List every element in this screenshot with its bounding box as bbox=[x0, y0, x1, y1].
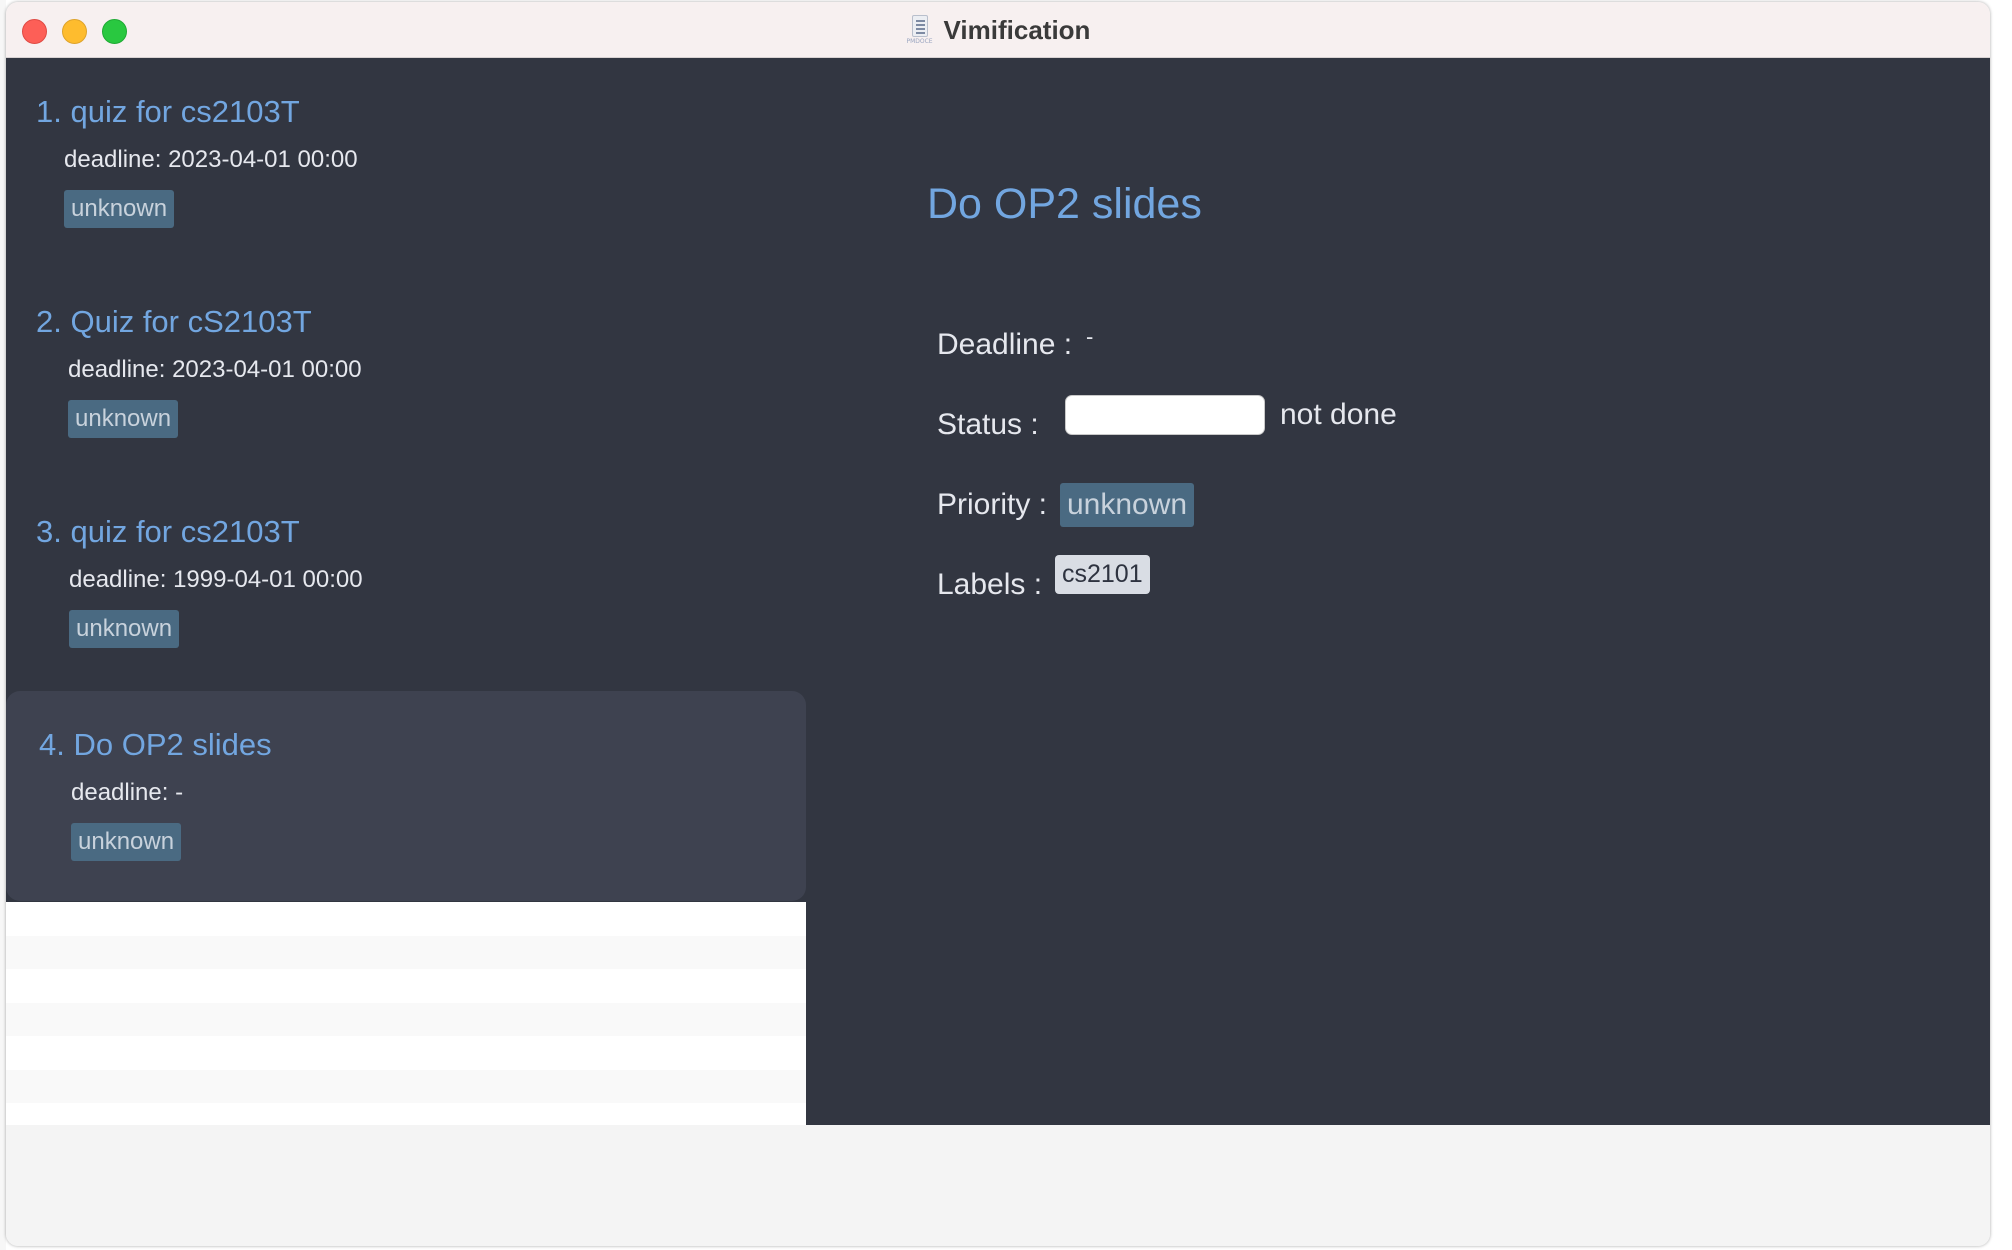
desktop-background-right bbox=[1990, 0, 2012, 1250]
window-title: Vimification bbox=[943, 14, 1091, 45]
main-content: 1. quiz for cs2103T deadline: 2023-04-01… bbox=[6, 58, 1990, 1137]
title-bar[interactable]: PMDOCE Vimification bbox=[6, 2, 1990, 58]
labels-label: Labels : bbox=[937, 568, 1043, 601]
deadline-value: - bbox=[1086, 324, 1094, 349]
task-priority-badge: unknown bbox=[68, 400, 179, 438]
task-deadline: deadline: - bbox=[71, 779, 184, 806]
deadline-label: Deadline : bbox=[937, 328, 1073, 361]
app-window: PMDOCE Vimification 1. quiz for cs2103T … bbox=[6, 2, 1990, 1246]
task-list-item-selected[interactable]: 4. Do OP2 slides deadline: - unknown bbox=[6, 691, 806, 901]
task-title: 1. quiz for cs2103T bbox=[36, 94, 300, 129]
status-field[interactable] bbox=[1065, 395, 1265, 435]
priority-badge: unknown bbox=[1060, 483, 1195, 527]
task-deadline: deadline: 2023-04-01 00:00 bbox=[64, 146, 358, 173]
empty-list-rows bbox=[6, 902, 806, 1137]
label-chip: cs2101 bbox=[1055, 555, 1150, 594]
task-list-panel[interactable]: 1. quiz for cs2103T deadline: 2023-04-01… bbox=[6, 58, 806, 1137]
task-list-item[interactable]: 2. Quiz for cS2103T deadline: 2023-04-01… bbox=[6, 268, 806, 478]
document-icon-caption: PMDOCE bbox=[906, 38, 933, 45]
task-list-item[interactable]: 3. quiz for cs2103T deadline: 1999-04-01… bbox=[6, 478, 806, 688]
status-label: Status : bbox=[937, 408, 1039, 441]
detail-title: Do OP2 slides bbox=[927, 180, 1202, 228]
command-bar-area[interactable] bbox=[6, 1125, 1990, 1246]
task-detail-panel: Do OP2 slides Deadline : - Status : not … bbox=[806, 58, 1990, 1125]
task-deadline: deadline: 1999-04-01 00:00 bbox=[69, 566, 363, 593]
task-priority-badge: unknown bbox=[71, 823, 182, 861]
window-title-group: PMDOCE Vimification bbox=[6, 2, 1990, 58]
task-list-item[interactable]: 1. quiz for cs2103T deadline: 2023-04-01… bbox=[6, 58, 806, 268]
document-icon: PMDOCE bbox=[906, 14, 934, 46]
priority-label: Priority : bbox=[937, 488, 1048, 521]
task-title: 2. Quiz for cS2103T bbox=[36, 304, 312, 339]
task-priority-badge: unknown bbox=[64, 190, 175, 228]
status-value: not done bbox=[1280, 398, 1397, 431]
task-priority-badge: unknown bbox=[69, 610, 180, 648]
task-deadline: deadline: 2023-04-01 00:00 bbox=[68, 356, 362, 383]
task-title: 4. Do OP2 slides bbox=[39, 727, 272, 762]
task-title: 3. quiz for cs2103T bbox=[36, 514, 300, 549]
